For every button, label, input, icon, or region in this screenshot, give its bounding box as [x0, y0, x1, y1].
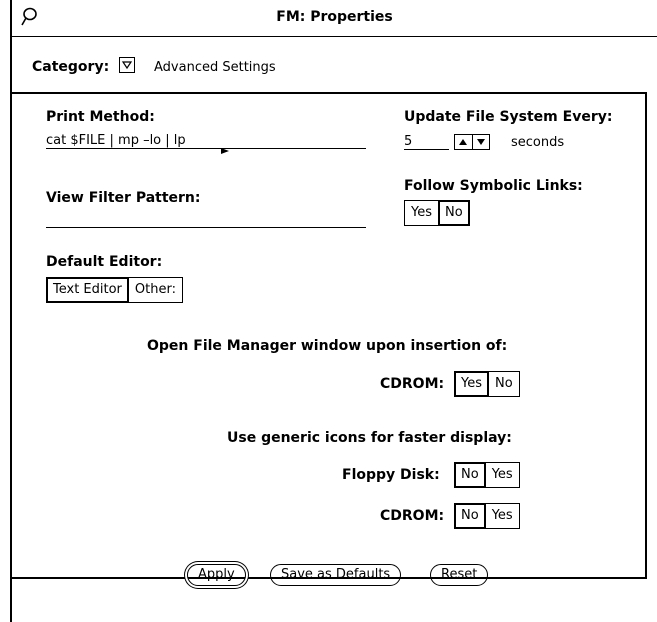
print-method-field[interactable]: cat $FILE | mp –lo | lp [46, 133, 186, 148]
follow-links-choice: Yes No [404, 200, 470, 226]
generic-cdrom-yes[interactable]: Yes [486, 504, 519, 528]
apply-button[interactable]: Apply [187, 564, 246, 586]
category-label: Category: [32, 59, 110, 75]
open-fm-cdrom-no[interactable]: No [489, 372, 519, 396]
generic-icons-heading: Use generic icons for faster display: [227, 430, 512, 446]
view-filter-label: View Filter Pattern: [46, 190, 201, 206]
update-fs-stepper[interactable] [454, 134, 490, 150]
follow-links-yes[interactable]: Yes [405, 201, 439, 225]
reset-button[interactable]: Reset [430, 564, 489, 586]
generic-cdrom-choice: No Yes [454, 503, 520, 529]
update-fs-label: Update File System Every: [404, 109, 613, 125]
open-fm-heading: Open File Manager window upon insertion … [147, 338, 508, 354]
open-fm-cdrom-label: CDROM: [380, 376, 445, 392]
floppy-disk-choice: No Yes [454, 462, 520, 488]
category-value: Advanced Settings [154, 60, 276, 75]
generic-cdrom-label: CDROM: [380, 508, 445, 524]
default-editor-other[interactable]: Other: [129, 278, 182, 302]
window-title: FM: Properties [276, 9, 393, 25]
dropdown-triangle-icon[interactable] [119, 57, 135, 73]
print-method-underline [46, 148, 366, 149]
title-bar: FM: Properties [12, 0, 657, 37]
spin-down-icon[interactable] [473, 135, 490, 149]
default-editor-label: Default Editor: [46, 254, 163, 270]
open-fm-cdrom-yes[interactable]: Yes [455, 372, 489, 396]
open-fm-cdrom-choice: Yes No [454, 371, 520, 397]
floppy-disk-yes[interactable]: Yes [486, 463, 519, 487]
save-defaults-button[interactable]: Save as Defaults [270, 564, 402, 586]
text-caret-icon [221, 139, 229, 158]
follow-links-no[interactable]: No [439, 201, 469, 225]
properties-panel: Print Method: cat $FILE | mp –lo | lp Up… [12, 92, 647, 586]
print-method-label: Print Method: [46, 109, 155, 125]
spin-up-icon[interactable] [455, 135, 473, 149]
floppy-disk-label: Floppy Disk: [342, 467, 440, 483]
default-editor-choice: Text Editor Other: [46, 277, 183, 303]
view-filter-underline [46, 227, 366, 228]
generic-cdrom-no[interactable]: No [455, 504, 486, 528]
follow-links-label: Follow Symbolic Links: [404, 178, 583, 194]
update-fs-field[interactable]: 5 [404, 134, 412, 149]
floppy-disk-no[interactable]: No [455, 463, 486, 487]
update-fs-underline [404, 149, 449, 150]
default-editor-text-editor[interactable]: Text Editor [47, 278, 129, 302]
category-bar: Category: Advanced Settings [12, 37, 657, 91]
update-fs-unit: seconds [511, 135, 565, 150]
